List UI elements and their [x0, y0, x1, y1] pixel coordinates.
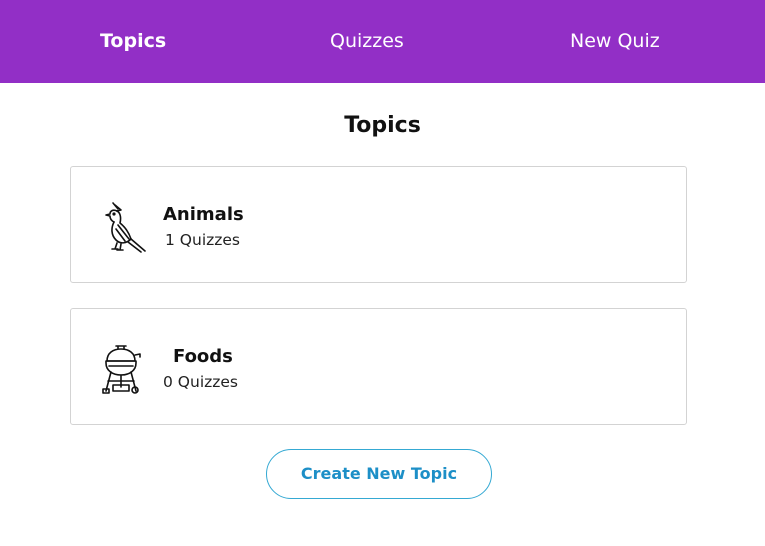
nav-quizzes-link[interactable]: Quizzes	[330, 30, 404, 52]
topic-name: Animals	[163, 204, 244, 225]
nav-topics-link[interactable]: Topics	[100, 30, 166, 52]
page-title: Topics	[344, 113, 421, 138]
topic-card-foods[interactable]: Foods 0 Quizzes	[70, 308, 687, 425]
topic-quiz-count: 0 Quizzes	[163, 373, 239, 391]
topic-name: Foods	[173, 346, 233, 367]
topic-quiz-count: 1 Quizzes	[165, 231, 241, 249]
top-nav-bar: Topics Quizzes New Quiz	[0, 0, 765, 83]
grill-icon	[97, 341, 149, 395]
bird-icon	[97, 199, 149, 253]
nav-new-quiz-link[interactable]: New Quiz	[570, 30, 660, 52]
create-new-topic-button[interactable]: Create New Topic	[266, 449, 492, 499]
topic-card-animals[interactable]: Animals 1 Quizzes	[70, 166, 687, 283]
